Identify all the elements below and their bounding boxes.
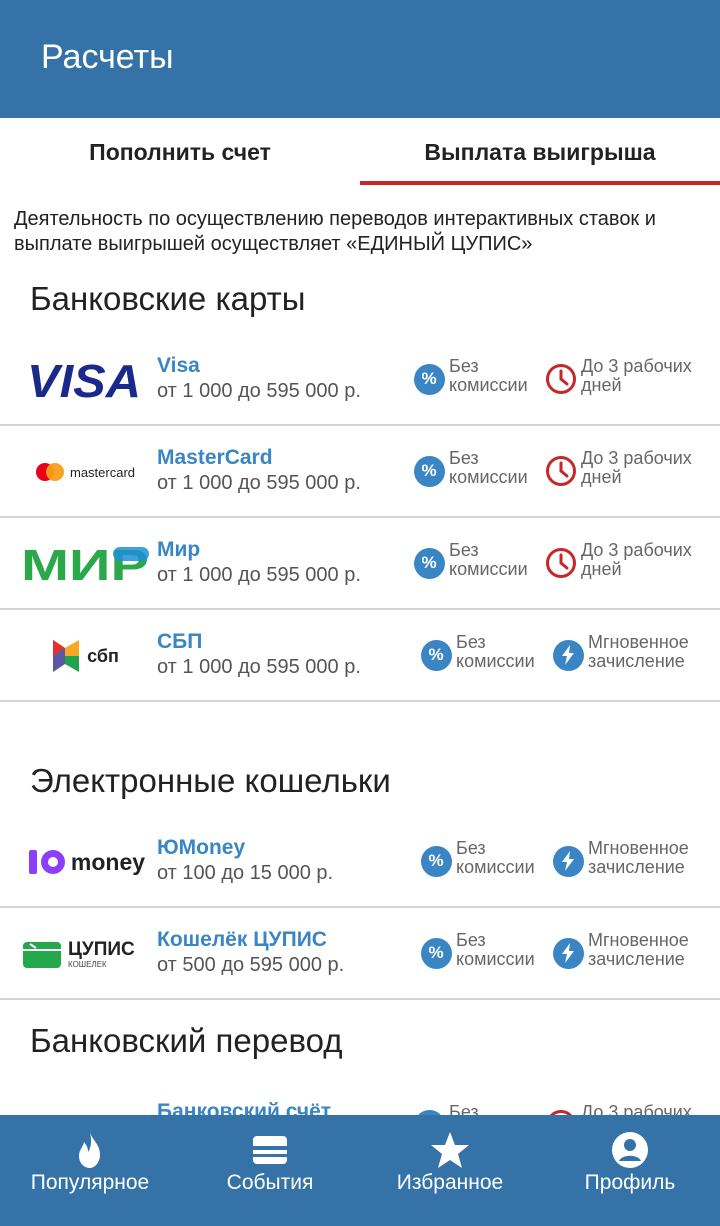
section-title-bank-transfer: Банковский перевод — [30, 1022, 343, 1059]
fee-text: Без комиссии — [449, 448, 528, 487]
bottom-nav: Популярное События Избранное Профиль — [0, 1115, 720, 1226]
nav-label: События — [226, 1171, 314, 1194]
clock-icon — [545, 455, 577, 487]
tab-deposit[interactable]: Пополнить счет — [0, 118, 360, 186]
method-range: от 1 000 до 595 000 р. — [157, 656, 361, 678]
fee-badge: % Без комиссии — [413, 449, 541, 487]
nav-popular[interactable]: Популярное — [0, 1115, 180, 1226]
method-name: Visa — [157, 354, 200, 377]
time-badge: До 3 рабочих дней — [545, 449, 711, 487]
time-text: Мгновенное зачисление — [588, 632, 689, 671]
time-text: До 3 рабочих дней — [581, 356, 692, 395]
fee-text: Без комиссии — [449, 540, 528, 579]
payment-method-yoomoney[interactable]: money ЮMoney от 100 до 15 000 р. % Без к… — [0, 816, 720, 908]
method-range: от 1 000 до 595 000 р. — [157, 380, 361, 402]
nav-label: Популярное — [30, 1171, 150, 1194]
method-range: от 100 до 15 000 р. — [157, 862, 334, 884]
payment-method-mir[interactable]: МИР Мир от 1 000 до 595 000 р. % Без ком… — [0, 518, 720, 610]
fee-text: Без комиссии — [456, 632, 535, 671]
lightning-icon — [552, 845, 584, 877]
star-icon — [430, 1130, 470, 1170]
method-name: MasterCard — [157, 446, 273, 469]
method-name: Мир — [157, 538, 201, 561]
card-list-icon — [250, 1130, 290, 1170]
nav-events[interactable]: События — [180, 1115, 360, 1226]
app-bar: Расчеты — [0, 0, 720, 118]
payment-method-visa[interactable]: VISA Visa от 1 000 до 595 000 р. % Без к… — [0, 334, 720, 426]
time-badge: Мгновенное зачисление — [552, 839, 713, 877]
yoomoney-logo: money — [20, 834, 152, 890]
percent-icon: % — [420, 937, 452, 969]
time-text: Мгновенное зачисление — [588, 930, 689, 969]
clock-icon — [545, 547, 577, 579]
fee-badge: % Без комиссии — [413, 357, 541, 395]
payment-method-cupis-wallet[interactable]: ЦУПИС КОШЕЛЕК Кошелёк ЦУПИС от 500 до 59… — [0, 908, 720, 1000]
time-badge: До 3 рабочих дней — [545, 541, 711, 579]
method-name: ЮMoney — [157, 836, 246, 859]
method-name: СБП — [157, 630, 203, 653]
method-name: Кошелёк ЦУПИС — [157, 928, 327, 951]
page-title: Расчеты — [41, 38, 174, 76]
percent-icon: % — [413, 363, 445, 395]
mastercard-logo: mastercard — [20, 444, 150, 500]
time-text: До 3 рабочих дней — [581, 540, 692, 579]
fee-text: Без комиссии — [456, 838, 535, 877]
time-text: Мгновенное зачисление — [588, 838, 689, 877]
fee-text: Без комиссии — [456, 930, 535, 969]
mir-logo: МИР — [20, 536, 150, 592]
method-range: от 1 000 до 595 000 р. — [157, 472, 361, 494]
nav-label: Избранное — [396, 1171, 504, 1194]
percent-icon: % — [413, 547, 445, 579]
section-title-cards: Банковские карты — [30, 280, 306, 317]
cupis-logo: ЦУПИС КОШЕЛЕК — [22, 926, 152, 982]
fee-badge: % Без комиссии — [420, 839, 548, 877]
lightning-icon — [552, 639, 584, 671]
clock-icon — [545, 363, 577, 395]
fire-icon — [70, 1130, 110, 1170]
payment-method-mastercard[interactable]: mastercard MasterCard от 1 000 до 595 00… — [0, 426, 720, 518]
payment-method-sbp[interactable]: сбп СБП от 1 000 до 595 000 р. % Без ком… — [0, 610, 720, 702]
operator-notice: Деятельность по осуществлению переводов … — [14, 208, 656, 255]
tab-bar: Пополнить счет Выплата выигрыша — [0, 118, 720, 186]
user-icon — [610, 1130, 650, 1170]
percent-icon: % — [420, 639, 452, 671]
sbp-logo: сбп — [20, 628, 150, 684]
time-badge: До 3 рабочих дней — [545, 357, 711, 395]
nav-favorites[interactable]: Избранное — [360, 1115, 540, 1226]
nav-label: Профиль — [584, 1171, 676, 1194]
time-badge: Мгновенное зачисление — [552, 633, 713, 671]
section-title-wallets: Электронные кошельки — [30, 762, 391, 799]
time-text: До 3 рабочих дней — [581, 448, 692, 487]
percent-icon: % — [413, 455, 445, 487]
fee-badge: % Без комиссии — [413, 541, 541, 579]
fee-text: Без комиссии — [449, 356, 528, 395]
tab-withdraw[interactable]: Выплата выигрыша — [360, 118, 720, 186]
time-badge: Мгновенное зачисление — [552, 931, 713, 969]
fee-badge: % Без комиссии — [420, 633, 548, 671]
svg-text:VISA: VISA — [27, 358, 141, 402]
fee-badge: % Без комиссии — [420, 931, 548, 969]
percent-icon: % — [420, 845, 452, 877]
method-range: от 500 до 595 000 р. — [157, 954, 345, 976]
method-range: от 1 000 до 595 000 р. — [157, 564, 361, 586]
lightning-icon — [552, 937, 584, 969]
visa-logo: VISA — [20, 352, 150, 408]
nav-profile[interactable]: Профиль — [540, 1115, 720, 1226]
